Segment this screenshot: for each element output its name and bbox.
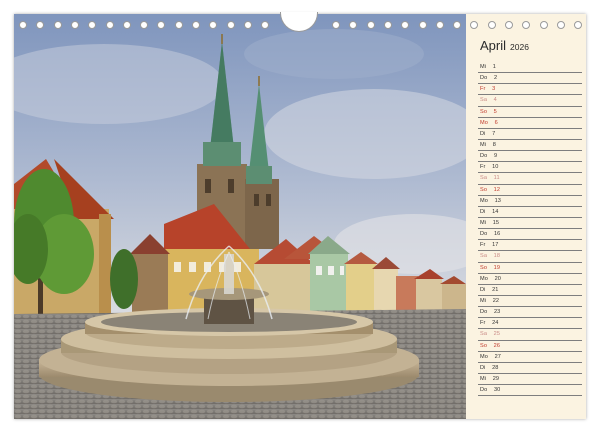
binding-hole xyxy=(332,21,340,29)
day-label: Di 28 xyxy=(480,364,499,371)
day-label: Do 9 xyxy=(480,153,498,160)
day-row: Do 16 xyxy=(478,229,582,241)
day-row: Mo 13 xyxy=(478,196,582,207)
binding-hole xyxy=(435,21,444,29)
day-label: So 19 xyxy=(480,264,501,271)
binding-hole xyxy=(470,21,479,29)
binding-hole xyxy=(88,21,97,29)
calendar-page: April 2026 Mi 1 Do 2 Fr 3 Sa 4 So 5 Mo 6 Di 7M… xyxy=(14,12,586,419)
binding-hole xyxy=(36,21,45,29)
day-label: Sa 11 xyxy=(480,175,500,182)
day-label: Mi 29 xyxy=(480,375,500,382)
day-label: Mi 1 xyxy=(480,64,496,70)
town-square-photo xyxy=(14,14,466,419)
binding-hole xyxy=(70,21,79,29)
binding-hole xyxy=(349,21,358,29)
day-row: Mi 8 xyxy=(478,140,582,152)
binding-hole xyxy=(243,21,252,29)
day-row: So 26 xyxy=(478,341,582,352)
day-label: Sa 18 xyxy=(480,253,501,260)
day-row: Mi 15 xyxy=(478,218,582,230)
day-label: Di 7 xyxy=(480,130,496,137)
day-row: Mi 29 xyxy=(478,374,582,386)
day-label: Di 21 xyxy=(480,286,499,293)
binding-hole xyxy=(418,21,427,29)
binding-hole xyxy=(209,21,218,29)
binding-hole xyxy=(226,21,235,29)
day-label: Mo 27 xyxy=(480,353,502,360)
day-row: Sa 11 xyxy=(478,173,582,185)
day-row: Sa 4 xyxy=(478,95,582,107)
binding-hole xyxy=(383,21,392,29)
day-label: So 26 xyxy=(480,342,501,349)
day-label: Do 23 xyxy=(480,309,501,316)
binding-hole xyxy=(122,21,131,29)
binding-hole xyxy=(574,21,583,29)
day-label: Fr 10 xyxy=(480,164,499,171)
day-label: Sa 4 xyxy=(480,97,497,104)
day-label: Fr 3 xyxy=(480,86,496,93)
day-row: So 12 xyxy=(478,185,582,196)
binding-hole xyxy=(401,21,410,29)
binding-hole xyxy=(453,21,462,29)
month-year: 2026 xyxy=(510,42,529,52)
day-label: Mo 20 xyxy=(480,275,502,282)
day-label: Fr 17 xyxy=(480,242,499,249)
day-label: So 12 xyxy=(480,186,501,193)
day-label: Fr 24 xyxy=(480,320,499,327)
day-label: Mi 22 xyxy=(480,297,500,304)
day-row: Sa 25 xyxy=(478,329,582,341)
day-label: Mo 6 xyxy=(480,119,498,126)
binding-hole xyxy=(192,21,200,29)
binding-hole xyxy=(505,21,513,29)
day-label: Mi 15 xyxy=(480,219,500,226)
day-row: So 19 xyxy=(478,263,582,274)
day-row: Do 2 xyxy=(478,73,582,85)
day-row: Do 23 xyxy=(478,307,582,319)
day-label: Do 16 xyxy=(480,231,501,238)
binding-hole xyxy=(174,21,183,29)
binding-hole xyxy=(105,21,114,29)
day-label: Do 30 xyxy=(480,387,501,394)
month-header: April 2026 xyxy=(480,38,582,53)
day-label: Sa 25 xyxy=(480,331,501,338)
day-row: Di 21 xyxy=(478,285,582,296)
binding-hole xyxy=(261,21,270,29)
day-label: Mo 13 xyxy=(480,197,502,204)
day-label: Di 14 xyxy=(480,208,499,215)
day-list: Mi 1 Do 2 Fr 3 Sa 4 So 5 Mo 6 Di 7 Mi 8 Do 9 Fr 1… xyxy=(478,62,582,397)
binding-hole xyxy=(157,21,166,29)
day-row: Mo 20 xyxy=(478,274,582,285)
day-row: Do 30 xyxy=(478,385,582,397)
day-row: Di 7 xyxy=(478,129,582,140)
day-label: So 5 xyxy=(480,108,497,115)
calendar-panel: April 2026 Mi 1 Do 2 Fr 3 Sa 4 So 5 Mo 6 Di 7M… xyxy=(478,38,582,397)
day-row: Fr 3 xyxy=(478,84,582,96)
day-row: Di 28 xyxy=(478,363,582,374)
day-row: Fr 10 xyxy=(478,162,582,174)
day-label: Do 2 xyxy=(480,75,498,82)
binding-hole xyxy=(140,21,149,29)
day-row: Mo 27 xyxy=(478,352,582,363)
day-row: Mi 22 xyxy=(478,296,582,308)
day-row: So 5 xyxy=(478,107,582,118)
day-row: Sa 18 xyxy=(478,251,582,263)
binding-hole xyxy=(366,21,375,29)
binding-hole xyxy=(53,21,62,29)
binding-hole xyxy=(487,21,496,29)
binding-hole xyxy=(19,21,27,29)
binding-hole xyxy=(556,21,565,29)
binding-hole xyxy=(522,21,531,29)
month-name: April xyxy=(480,38,507,53)
binding-hole xyxy=(539,21,548,29)
day-row: Fr 17 xyxy=(478,240,582,252)
day-row: Mi 1 xyxy=(478,62,582,74)
day-row: Di 14 xyxy=(478,207,582,218)
day-label: Mi 8 xyxy=(480,141,496,148)
day-row: Fr 24 xyxy=(478,318,582,330)
day-row: Do 9 xyxy=(478,151,582,163)
day-row: Mo 6 xyxy=(478,118,582,129)
